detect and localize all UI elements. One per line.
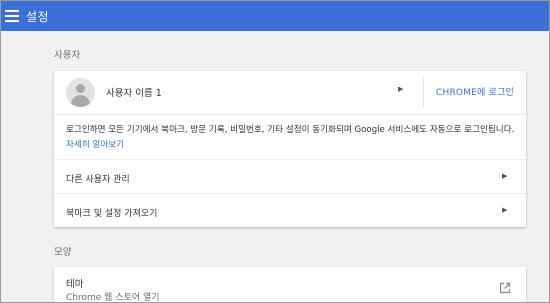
import-bookmarks-label: 북마크 및 설정 가져오기 <box>66 209 158 219</box>
avatar-icon <box>66 78 95 107</box>
manage-other-people-row[interactable]: 다른 사용자 관리 ▶ <box>54 159 526 193</box>
theme-subtitle: Chrome 웹 스토어 열기 <box>66 293 160 303</box>
chevron-right-icon: ▶ <box>502 172 508 180</box>
signin-description-text: 로그인하면 모든 기기에서 북마크, 방문 기록, 비밀번호, 기타 설정이 동… <box>66 125 515 135</box>
appearance-section-label: 모양 <box>54 247 72 258</box>
profile-name: 사용자 이름 1 <box>106 88 162 99</box>
settings-window: 설정 사용자 사용자 이름 1 ▶ CHROME에 로그인 로그인하면 모든 기… <box>0 0 550 303</box>
chevron-right-icon: ▶ <box>502 206 508 214</box>
page-title: 설정 <box>26 9 50 24</box>
top-toolbar: 설정 <box>1 1 549 31</box>
divider <box>423 77 424 108</box>
theme-title: 테마 <box>66 279 84 290</box>
signin-button[interactable]: CHROME에 로그인 <box>436 85 514 98</box>
manage-other-people-label: 다른 사용자 관리 <box>66 175 130 185</box>
learn-more-link[interactable]: 자세히 알아보기 <box>66 140 124 150</box>
people-section-label: 사용자 <box>54 50 81 61</box>
menu-icon[interactable] <box>5 10 19 22</box>
import-bookmarks-row[interactable]: 북마크 및 설정 가져오기 ▶ <box>54 193 526 227</box>
profile-row[interactable]: 사용자 이름 1 ▶ CHROME에 로그인 <box>54 71 526 115</box>
chevron-right-icon[interactable]: ▶ <box>398 85 403 93</box>
signin-description: 로그인하면 모든 기기에서 북마크, 방문 기록, 비밀번호, 기타 설정이 동… <box>66 123 518 153</box>
external-link-icon[interactable] <box>499 282 511 294</box>
people-card: 사용자 이름 1 ▶ CHROME에 로그인 로그인하면 모든 기기에서 북마크… <box>54 71 526 227</box>
appearance-card: 테마 Chrome 웹 스토어 열기 <box>54 267 526 303</box>
